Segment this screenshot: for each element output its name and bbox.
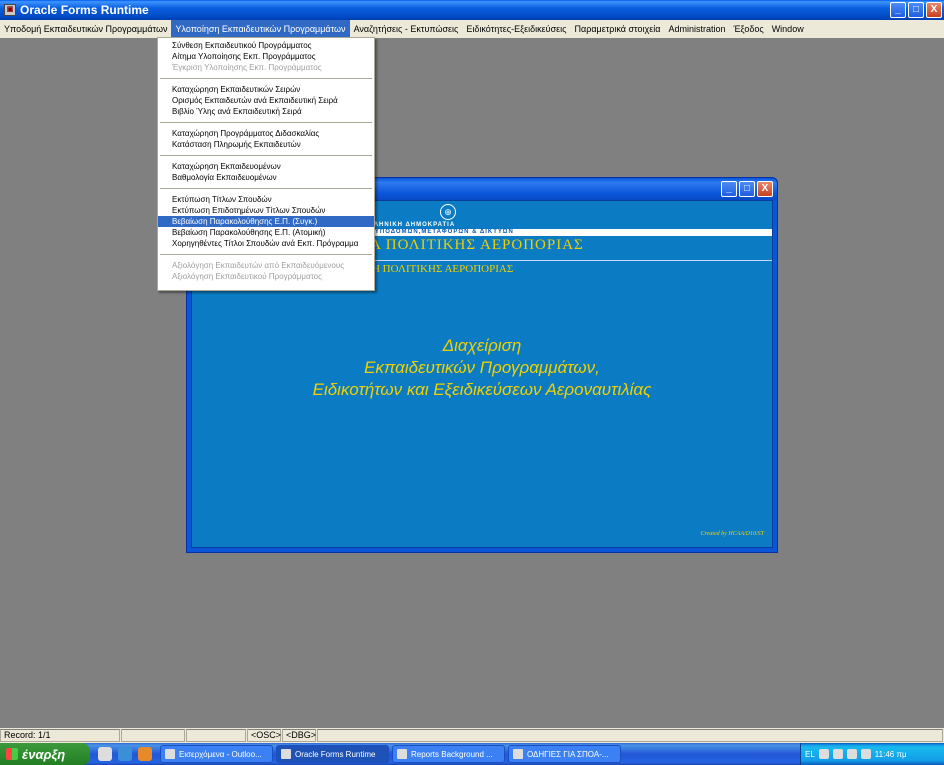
banner-line-3: ΙΑ ΠΟΛΙΤΙΚΗΣ ΑΕΡΟΠΟΡΙΑΣ <box>364 237 584 253</box>
menu-item-aitima[interactable]: Αίτημα Υλοποίησης Εκπ. Προγράμματος <box>158 51 374 62</box>
menu-exodos[interactable]: Έξοδος <box>729 20 767 38</box>
task-outlook[interactable]: Εισερχόμενα - Outloo... <box>160 745 273 763</box>
banner-line-1: ΕΛΛΗΝΙΚΗ ΔΗΜΟΚΡΑΤΙΑ <box>364 222 456 228</box>
menu-item-katastasi-pliromis[interactable]: Κατάσταση Πληρωμής Εκπαιδευτών <box>158 139 374 150</box>
menu-item-axiologisi-programmatos: Αξιολόγηση Εκπαιδευτικού Προγράμματος <box>172 272 322 281</box>
oracle-icon <box>281 749 291 759</box>
system-tray: EL 11:46 πμ <box>800 743 944 765</box>
menu-administration[interactable]: Administration <box>664 20 729 38</box>
dbg-indicator: <DBG> <box>282 729 316 742</box>
language-indicator[interactable]: EL <box>805 750 815 759</box>
ie-icon[interactable] <box>118 747 132 761</box>
network-icon[interactable] <box>832 749 843 759</box>
menu-item-vevaiosi-synk[interactable]: Βεβαίωση Παρακολούθησης Ε.Π. (Συγκ.) <box>158 216 374 227</box>
menu-item-vathmologia[interactable]: Βαθμολογία Εκπαιδευομένων <box>158 172 374 183</box>
menu-separator <box>160 78 372 79</box>
status-cell-empty <box>186 729 246 742</box>
menu-item-orismos-ekpaideuton[interactable]: Ορισμός Εκπαιδευτών ανά Εκπαιδευτική Σει… <box>158 95 374 106</box>
form-maximize-button[interactable]: □ <box>739 181 755 197</box>
headline-line-2: Εκπαιδευτικών Προγραμμάτων, <box>364 358 600 377</box>
tray-arrow-icon[interactable] <box>818 749 829 759</box>
menu-ypodomi[interactable]: Υποδομή Εκπαιδευτικών Προγραμμάτων <box>0 20 171 38</box>
headline-line-3: Ειδικοτήτων και Εξειδικεύσεων Αεροναυτιλ… <box>312 380 652 399</box>
status-cell-empty <box>121 729 185 742</box>
menu-item-axiologisi-ekpaideuton: Αξιολόγηση Εκπαιδευτών από Εκπαιδευόμενο… <box>172 261 345 270</box>
windows-flag-icon <box>6 748 18 760</box>
credit-text: Created by HCAA/D10/ST <box>700 531 764 537</box>
task-label: ΟΔΗΓΙΕΣ ΓΙΑ ΣΠΟΑ-... <box>527 749 609 759</box>
ylopoiisi-dropdown-menu: Σύνθεση Εκπαιδευτικού Προγράμματος Αίτημ… <box>157 37 375 291</box>
task-odigies[interactable]: ΟΔΗΓΙΕΣ ΓΙΑ ΣΠΟΑ-... <box>508 745 621 763</box>
form-window-controls: _ □ X <box>721 181 773 197</box>
headline-line-1: Διαχείριση <box>442 336 522 355</box>
menu-item-programma-didaskalias[interactable]: Καταχώρηση Προγράμματος Διδασκαλίας <box>158 128 374 139</box>
menu-separator <box>160 122 372 123</box>
menu-item-ektyposi-epidotimenon[interactable]: Εκτύπωση Επιδοτημένων Τίτλων Σπουδών <box>158 205 374 216</box>
banner-line-4: ΛΗ ΠΟΛΙΤΙΚΗΣ ΑΕΡΟΠΟΡΙΑΣ <box>364 263 514 275</box>
window-title: Oracle Forms Runtime <box>20 3 149 17</box>
menu-item-ektyposi-titlon[interactable]: Εκτύπωση Τίτλων Σπουδών <box>158 194 374 205</box>
window-controls: _ □ X <box>890 2 942 18</box>
banner-line-2: ΙΟ ΥΠΟΔΟΜΩΝ,ΜΕΤΑΦΟΡΩΝ & ΔΙΚΤΥΩΝ <box>364 229 514 235</box>
task-label: Reports Background ... <box>411 749 493 759</box>
outlook-icon <box>165 749 175 759</box>
volume-icon[interactable] <box>846 749 857 759</box>
menu-item-xorigithentes-titloi[interactable]: Χορηγηθέντες Τίτλοι Σπουδών ανά Εκπ. Πρό… <box>158 238 374 249</box>
maximize-button[interactable]: □ <box>908 2 924 18</box>
start-button[interactable]: έναρξη <box>0 743 90 765</box>
app-headline: Διαχείριση Εκπαιδευτικών Προγραμμάτων, Ε… <box>192 335 772 401</box>
task-label: Εισερχόμενα - Outloo... <box>179 749 262 759</box>
windows-taskbar: έναρξη Εισερχόμενα - Outloo... Oracle Fo… <box>0 743 944 765</box>
menu-window[interactable]: Window <box>768 20 808 38</box>
quick-launch <box>90 747 160 761</box>
task-oracle-forms[interactable]: Oracle Forms Runtime <box>276 745 389 763</box>
start-label: έναρξη <box>22 746 66 762</box>
antivirus-icon[interactable] <box>860 749 871 759</box>
oracle-app-icon: ▣ <box>4 4 16 16</box>
form-minimize-button[interactable]: _ <box>721 181 737 197</box>
status-bar: Record: 1/1 <OSC> <DBG> <box>0 728 944 743</box>
record-indicator: Record: 1/1 <box>0 729 120 742</box>
minimize-button[interactable]: _ <box>890 2 906 18</box>
menu-item-egkrisi: Έγκριση Υλοποίησης Εκπ. Προγράμματος <box>172 63 322 72</box>
menu-eidikotites[interactable]: Ειδικότητες-Εξειδικεύσεις <box>462 20 570 38</box>
clock: 11:46 πμ <box>874 749 907 759</box>
menu-item-kataxorisi-ekpaideuomenon[interactable]: Καταχώρηση Εκπαιδευομένων <box>158 161 374 172</box>
close-button[interactable]: X <box>926 2 942 18</box>
menu-ylopoiisi[interactable]: Υλοποίηση Εκπαιδευτικών Προγραμμάτων <box>171 20 350 38</box>
menu-item-kataxorisi-seiron[interactable]: Καταχώρηση Εκπαιδευτικών Σειρών <box>158 84 374 95</box>
desktop-icon[interactable] <box>98 747 112 761</box>
menu-item-vevaiosi-atomiki[interactable]: Βεβαίωση Παρακολούθησης Ε.Π. (Ατομική) <box>158 227 374 238</box>
menu-item-vivlio-ylis[interactable]: Βιβλίο Ύλης ανά Εκπαιδευτική Σειρά <box>158 106 374 117</box>
menu-anazitiseis[interactable]: Αναζητήσεις - Εκτυπώσεις <box>350 20 463 38</box>
status-cell-empty <box>317 729 943 742</box>
menu-separator <box>160 188 372 189</box>
osc-indicator: <OSC> <box>247 729 281 742</box>
menu-separator <box>160 155 372 156</box>
menu-parametrika[interactable]: Παραμετρικά στοιχεία <box>571 20 665 38</box>
greek-emblem-icon: ⊕ <box>440 204 456 220</box>
reports-icon <box>397 749 407 759</box>
word-icon <box>513 749 523 759</box>
app-title-bar: ▣ Oracle Forms Runtime _ □ X <box>0 0 944 20</box>
task-label: Oracle Forms Runtime <box>295 749 376 759</box>
menu-item-synthesi[interactable]: Σύνθεση Εκπαιδευτικού Προγράμματος <box>158 40 374 51</box>
menu-separator <box>160 254 372 255</box>
menubar: Υποδομή Εκπαιδευτικών Προγραμμάτων Υλοπο… <box>0 20 944 38</box>
form-close-button[interactable]: X <box>757 181 773 197</box>
firefox-icon[interactable] <box>138 747 152 761</box>
task-reports[interactable]: Reports Background ... <box>392 745 505 763</box>
